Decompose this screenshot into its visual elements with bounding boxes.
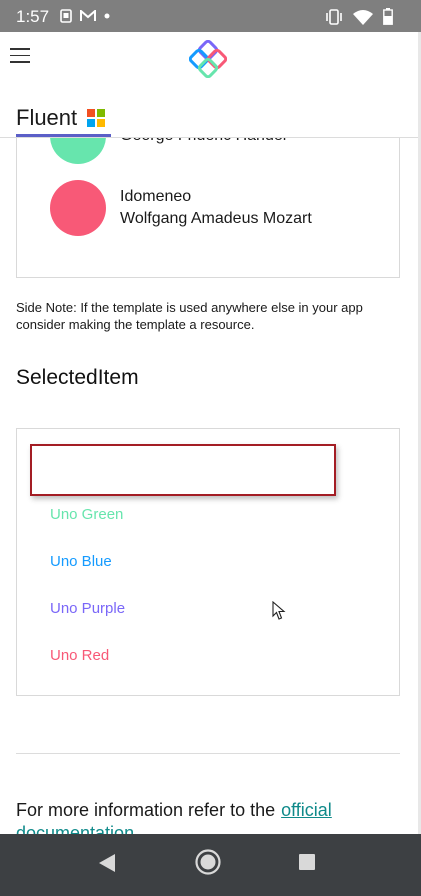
status-left-icons bbox=[60, 9, 110, 23]
option-uno-blue[interactable]: Uno Blue bbox=[50, 553, 112, 570]
status-bar: 1:57 bbox=[0, 0, 421, 32]
people-list-card: George Frideric Handel Idomeneo Wolfgang… bbox=[16, 138, 400, 278]
system-nav-bar bbox=[0, 834, 421, 896]
option-uno-purple[interactable]: Uno Purple bbox=[50, 600, 125, 617]
vibrate-icon bbox=[326, 8, 342, 25]
uno-logo-icon bbox=[189, 40, 227, 78]
list-item-text: George Frideric Handel bbox=[120, 138, 286, 147]
tab-active-indicator bbox=[16, 134, 111, 137]
list-item-line2: George Frideric Handel bbox=[120, 138, 286, 147]
hamburger-icon[interactable] bbox=[10, 48, 30, 64]
nav-tabs: Fluent bbox=[0, 92, 418, 138]
list-item-text: Idomeneo Wolfgang Amadeus Mozart bbox=[120, 186, 312, 230]
list-item[interactable]: George Frideric Handel bbox=[50, 138, 286, 164]
wifi-icon bbox=[353, 9, 373, 25]
option-uno-green[interactable]: Uno Green bbox=[50, 506, 123, 523]
status-right-icons bbox=[325, 8, 393, 25]
scroll-content[interactable]: George Frideric Handel Idomeneo Wolfgang… bbox=[0, 138, 418, 834]
more-info-label: For more information refer to the bbox=[16, 800, 276, 820]
microsoft-logo-icon bbox=[87, 109, 106, 127]
avatar bbox=[50, 138, 106, 164]
list-item-line2: Wolfgang Amadeus Mozart bbox=[120, 210, 312, 227]
avatar bbox=[50, 180, 106, 236]
app-bar bbox=[0, 32, 418, 92]
recent-apps-square-icon[interactable] bbox=[298, 853, 316, 871]
list-item-line1: Idomeneo bbox=[120, 188, 192, 205]
screenshot-icon bbox=[60, 9, 72, 23]
section-title: SelectedItem bbox=[16, 366, 139, 389]
gmail-icon bbox=[80, 10, 96, 21]
more-info-text: For more information refer to the officia… bbox=[16, 799, 406, 834]
home-circle-icon[interactable] bbox=[194, 848, 222, 876]
tab-fluent[interactable]: Fluent bbox=[16, 100, 106, 136]
side-note: Side Note: If the template is used anywh… bbox=[16, 300, 363, 332]
list-item[interactable]: Idomeneo Wolfgang Amadeus Mozart bbox=[50, 180, 312, 236]
selected-item-card: Uno Green Uno Blue Uno Purple Uno Red bbox=[16, 428, 400, 696]
divider bbox=[16, 753, 400, 754]
mouse-pointer-icon bbox=[272, 601, 286, 620]
tab-fluent-label: Fluent bbox=[16, 105, 78, 130]
back-triangle-icon[interactable] bbox=[98, 853, 116, 873]
battery-icon bbox=[383, 8, 393, 25]
notification-dot-icon bbox=[104, 13, 110, 19]
option-uno-red[interactable]: Uno Red bbox=[50, 647, 109, 664]
status-time: 1:57 bbox=[16, 7, 50, 26]
selected-item-field[interactable] bbox=[30, 444, 336, 496]
